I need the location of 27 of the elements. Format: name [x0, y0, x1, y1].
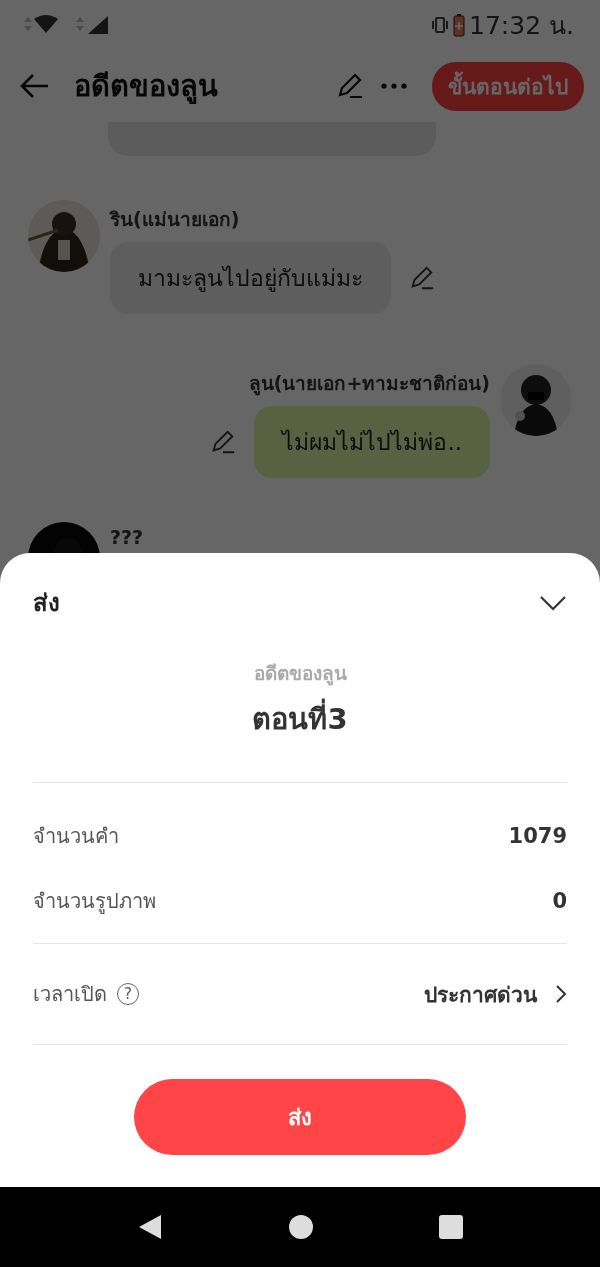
sheet-title: ส่ง [33, 588, 60, 619]
message-bubble: ไม่ผมไม่ไปไม่พ่อ.. [254, 406, 490, 478]
pencil-icon[interactable] [210, 429, 237, 455]
more-icon[interactable] [380, 81, 408, 91]
home-icon[interactable] [289, 1215, 313, 1239]
sender-name: ??? [110, 526, 144, 548]
battery-icon [453, 13, 466, 37]
chevron-right-icon[interactable] [555, 984, 567, 1004]
setting-value[interactable]: ประกาศด่วน [424, 977, 537, 1011]
chevron-down-icon[interactable] [539, 594, 567, 611]
stat-label: จำนวนรูปภาพ [33, 887, 156, 916]
episode-title: ตอนที่3 [252, 696, 348, 742]
novel-title: อดีตของลูน [253, 661, 347, 688]
stat-value: 0 [552, 888, 567, 913]
back-icon[interactable] [137, 1213, 163, 1241]
pencil-icon[interactable] [409, 265, 435, 291]
message-bubble: มามะลูนไปอยู่กับแม่มะ [110, 242, 391, 314]
sender-name: ลูน(นายเอก+ทามะชาติก่อน) [248, 371, 490, 398]
pencil-icon[interactable] [336, 72, 364, 100]
sender-name: ริน(แม่นายเอก) [110, 207, 241, 232]
page-title: อดีตของลูน [74, 68, 219, 106]
setting-label: เวลาเปิด [33, 981, 107, 1008]
vibrate-icon [431, 15, 450, 35]
back-arrow-icon[interactable] [20, 73, 50, 99]
clock-time: 17:32 น. [469, 10, 574, 42]
stat-label: จำนวนคำ [33, 822, 119, 850]
stat-value: 1079 [508, 823, 567, 848]
